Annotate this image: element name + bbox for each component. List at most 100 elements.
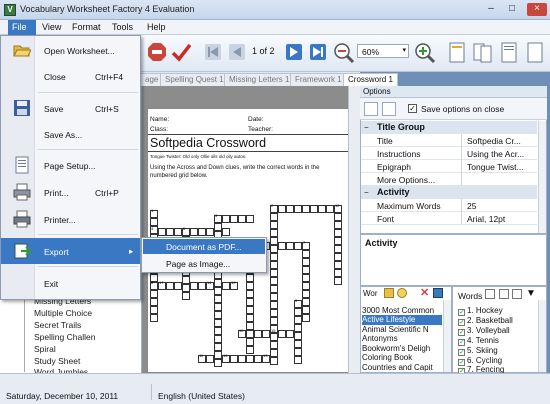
crossword-cell <box>302 290 310 298</box>
menu-help[interactable]: Help <box>147 22 166 32</box>
zoom-select[interactable]: 60% ▾ <box>357 44 409 58</box>
single-page-icon[interactable] <box>446 42 468 66</box>
menu-file[interactable]: File <box>8 20 36 35</box>
prop-row-epigraph[interactable]: Epigraph Tongue Twist... <box>361 160 537 173</box>
page-width-icon[interactable] <box>498 42 520 66</box>
tab-missing-letters[interactable]: Missing Letters 1 <box>224 73 295 86</box>
list-view-icon[interactable] <box>499 289 509 299</box>
prop-row-font[interactable]: Font Arial, 12pt <box>361 212 537 225</box>
tree-item-secret-trails[interactable]: Secret Trails <box>34 320 81 330</box>
full-page-icon[interactable] <box>524 42 546 66</box>
tab-spelling-quest[interactable]: Spelling Quest 1 <box>160 73 229 86</box>
tree-item-multiple-choice[interactable]: Multiple Choice <box>34 308 92 318</box>
close-window-button[interactable]: × <box>527 3 547 16</box>
menu-item-page-setup[interactable]: Page Setup... <box>1 152 140 178</box>
categorized-view-icon[interactable] <box>364 102 378 116</box>
folder-icon[interactable] <box>384 288 394 298</box>
menu-item-page-as-image[interactable]: Page as Image... <box>143 256 265 271</box>
menu-item-export[interactable]: Export ▸ <box>1 238 140 264</box>
tab-framework[interactable]: Framework 1 <box>290 73 347 86</box>
crossword-cell <box>238 215 246 223</box>
list-item[interactable]: Countries and Capit <box>362 363 442 373</box>
next-page-icon[interactable] <box>283 42 305 66</box>
last-page-icon[interactable] <box>307 42 329 66</box>
word-item[interactable]: ✓ 3. Volleyball <box>458 326 510 336</box>
list-item[interactable]: Antonyms <box>362 334 442 344</box>
list-item[interactable]: Coloring Book <box>362 353 442 363</box>
menu-item-print[interactable]: Print... Ctrl+P <box>1 179 140 205</box>
menu-separator <box>38 92 138 93</box>
word-item[interactable]: ✓ 4. Tennis <box>458 336 499 346</box>
group-activity[interactable]: Activity <box>361 186 537 199</box>
checkbox-checked-icon[interactable]: ✓ <box>458 329 465 336</box>
crossword-cell <box>270 229 278 237</box>
tree-item-spelling-challenge[interactable]: Spelling Challen <box>34 332 95 342</box>
save-list-icon[interactable] <box>433 288 443 298</box>
crossword-cell <box>270 237 278 245</box>
list-item-selected[interactable]: Active Lifestyle <box>362 315 442 325</box>
preview-scrollbar[interactable] <box>348 86 360 373</box>
prev-page-icon[interactable] <box>226 42 248 66</box>
crossword-cell <box>294 348 302 356</box>
two-page-icon[interactable] <box>472 42 494 66</box>
app-icon: V <box>4 4 16 16</box>
minimize-button[interactable]: – <box>484 3 498 16</box>
menu-item-printer[interactable]: Printer... <box>1 206 140 232</box>
prop-row-maximum-words[interactable]: Maximum Words 25 <box>361 199 537 212</box>
tab-crossword[interactable]: Crossword 1 <box>343 73 398 86</box>
menu-item-save-as[interactable]: Save As... <box>1 121 140 147</box>
menu-item-close[interactable]: Close Ctrl+F4 <box>1 63 140 89</box>
options-scrollbar[interactable] <box>538 121 546 233</box>
collapse-icon[interactable]: − <box>364 123 369 132</box>
checkmark-icon[interactable] <box>170 42 192 66</box>
menu-item-save[interactable]: Save Ctrl+S <box>1 95 140 121</box>
lists-scrollbar[interactable] <box>443 300 451 372</box>
prop-key: Instructions <box>377 149 421 159</box>
menu-item-open-worksheet[interactable]: Open Worksheet... <box>1 37 140 63</box>
word-item[interactable]: ✓ 5. Skiing <box>458 346 498 356</box>
words-header: Words <box>458 291 483 301</box>
group-title[interactable]: Title Group <box>361 121 537 134</box>
save-on-close-checkbox[interactable]: ✓ <box>408 104 417 113</box>
grid-view-icon[interactable] <box>485 289 495 299</box>
maximize-button[interactable]: □ <box>505 3 519 16</box>
prop-row-title[interactable]: Title Softpedia Cr... <box>361 134 537 147</box>
word-item[interactable]: ✓ 2. Basketball <box>458 316 513 326</box>
edit-icon[interactable] <box>512 289 522 299</box>
crossword-cell <box>334 237 342 245</box>
checkbox-checked-icon[interactable]: ✓ <box>458 319 465 326</box>
tree-item-study-sheet[interactable]: Study Sheet <box>34 356 80 366</box>
zoom-out-icon[interactable] <box>333 42 355 66</box>
menu-format[interactable]: Format <box>72 22 101 32</box>
crossword-cell <box>214 343 222 351</box>
crossword-cell <box>270 309 278 317</box>
crossword-cell <box>246 298 254 306</box>
filter-icon[interactable]: ▼ <box>526 288 536 299</box>
first-page-icon[interactable] <box>202 42 224 66</box>
menu-view[interactable]: View <box>42 22 61 32</box>
menu-tools[interactable]: Tools <box>112 22 133 32</box>
prop-row-more-options[interactable]: More Options... <box>361 173 537 186</box>
word-item[interactable]: ✓ 1. Hockey <box>458 306 503 316</box>
collapse-icon[interactable]: − <box>364 188 369 197</box>
sorted-view-icon[interactable] <box>382 102 396 116</box>
delete-icon[interactable]: ✕ <box>420 286 429 299</box>
crossword-cell <box>206 228 214 236</box>
prop-value: Using the Acr... <box>467 149 525 159</box>
crossword-cell <box>270 341 278 349</box>
menu-item-document-as-pdf[interactable]: Document as PDF... <box>143 239 265 254</box>
stop-icon[interactable] <box>146 42 168 66</box>
checkbox-checked-icon[interactable]: ✓ <box>458 349 465 356</box>
clue-number: 10 <box>239 328 244 333</box>
checkbox-checked-icon[interactable]: ✓ <box>458 339 465 346</box>
crossword-cell <box>182 284 190 292</box>
menu-item-exit[interactable]: Exit <box>1 270 140 296</box>
words-scrollbar[interactable] <box>538 300 546 372</box>
checkbox-checked-icon[interactable]: ✓ <box>458 309 465 316</box>
zoom-in-icon[interactable] <box>414 42 436 66</box>
crossword-cell <box>254 330 262 338</box>
crossword-cell <box>294 242 302 250</box>
new-list-icon[interactable] <box>397 288 407 298</box>
prop-row-instructions[interactable]: Instructions Using the Acr... <box>361 147 537 160</box>
tree-item-spiral[interactable]: Spiral <box>34 344 56 354</box>
